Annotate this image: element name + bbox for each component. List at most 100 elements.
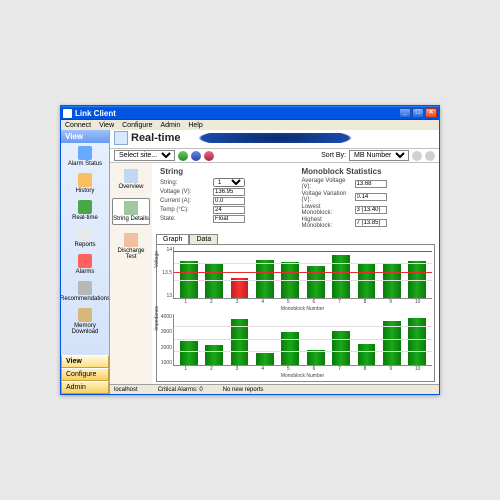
chart-0: Voltage1413.51312345678910Monoblock Numb…: [159, 247, 432, 312]
sec-nav-label: Discharge Test: [112, 248, 150, 260]
sort-asc-icon[interactable]: [412, 151, 422, 161]
statusbar: localhost Critical Alarms: 0 No new repo…: [110, 384, 439, 394]
tab-data[interactable]: Data: [189, 234, 218, 244]
chart-bar: [256, 260, 274, 298]
chart-bar: [332, 255, 350, 298]
sec-nav-label: Overview: [118, 184, 143, 190]
left-button-admin[interactable]: Admin: [61, 381, 109, 394]
sidebar-label: Real-time: [72, 215, 98, 221]
sec-nav-icon: [124, 169, 138, 183]
mono-label: Highest Monoblock:: [302, 217, 352, 229]
sec-nav-item-0[interactable]: Overview: [112, 167, 150, 192]
chart-bar: [358, 344, 376, 365]
chart-plot: [173, 314, 432, 366]
string-row: String:1: [160, 178, 290, 187]
tab-graph[interactable]: Graph: [156, 234, 189, 244]
chart-tabs: Graph Data: [156, 234, 435, 244]
string-value: [213, 206, 245, 214]
monoblock-title: Monoblock Statistics: [302, 167, 432, 176]
string-label: Temp (°C):: [160, 207, 210, 213]
sidebar-item-6[interactable]: Memory Download: [63, 308, 107, 335]
maximize-button[interactable]: □: [412, 108, 424, 118]
string-value[interactable]: 1: [213, 178, 245, 187]
string-row: Voltage (V):: [160, 188, 290, 196]
string-title: String: [160, 167, 290, 176]
sidebar-label: Alarms: [76, 269, 95, 275]
sidebar-item-2[interactable]: Real-time: [72, 200, 98, 221]
sidebar-icon: [78, 227, 92, 241]
app-icon: [63, 109, 72, 118]
chart-ylabel: Impedance: [154, 306, 160, 331]
content-area: String String:1Voltage (V):Current (A):T…: [152, 163, 439, 384]
minimize-button[interactable]: _: [399, 108, 411, 118]
toolbar: Select site... Sort By: MB Number: [110, 149, 439, 163]
stop-icon[interactable]: [204, 151, 214, 161]
menu-help[interactable]: Help: [188, 122, 202, 129]
left-header: View: [61, 130, 109, 143]
chart-area: Voltage1413.51312345678910Monoblock Numb…: [156, 244, 435, 382]
refresh-icon[interactable]: [178, 151, 188, 161]
sidebar-label: Memory Download: [63, 323, 107, 335]
string-label: String:: [160, 180, 210, 186]
menu-configure[interactable]: Configure: [122, 122, 152, 129]
status-host: localhost: [114, 387, 138, 393]
left-button-view[interactable]: View: [61, 355, 109, 368]
string-value: [213, 197, 245, 205]
sidebar-label: History: [76, 188, 95, 194]
titlebar[interactable]: Link Client _ □ ×: [61, 106, 439, 120]
page-title: Real-time: [131, 132, 181, 144]
sidebar-item-4[interactable]: Alarms: [76, 254, 95, 275]
string-label: State:: [160, 216, 210, 222]
sidebar-item-3[interactable]: Reports: [74, 227, 95, 248]
left-sidebar: View Alarm Status History Real-time Reports…: [61, 130, 109, 394]
chart-yaxis: Voltage1413.513: [159, 247, 173, 299]
menu-view[interactable]: View: [99, 122, 114, 129]
main-header: Real-time: [110, 130, 439, 149]
mono-value: [355, 206, 387, 214]
site-select[interactable]: Select site...: [114, 150, 175, 161]
string-label: Voltage (V):: [160, 189, 210, 195]
monoblock-block: Monoblock Statistics Average Voltage (V)…: [302, 167, 432, 230]
status-reports: No new reports: [223, 387, 264, 393]
sidebar-icon: [78, 254, 92, 268]
left-button-configure[interactable]: Configure: [61, 368, 109, 381]
secondary-nav: Overview String Details Discharge Test: [110, 163, 152, 384]
mono-value: [355, 219, 387, 227]
chart-plot: [173, 247, 432, 299]
mono-row: Voltage Variation (V):: [302, 191, 432, 203]
sidebar-icon: [78, 281, 92, 295]
sidebar-label: Recommendations: [61, 296, 110, 302]
menu-admin[interactable]: Admin: [160, 122, 180, 129]
menubar: Connect View Configure Admin Help: [61, 120, 439, 130]
sidebar-icon: [78, 146, 92, 160]
sec-nav-item-1[interactable]: String Details: [112, 198, 150, 225]
play-icon[interactable]: [191, 151, 201, 161]
sort-desc-icon[interactable]: [425, 151, 435, 161]
realtime-icon: [114, 131, 128, 145]
sec-nav-icon: [124, 233, 138, 247]
chart-xaxis: 12345678910: [159, 299, 432, 305]
sidebar-icon: [78, 200, 92, 214]
sidebar-item-1[interactable]: History: [76, 173, 95, 194]
chart-1: Impedance400030002000100012345678910Mono…: [159, 314, 432, 379]
mono-label: Lowest Monoblock:: [302, 204, 352, 216]
sidebar-icon: [78, 173, 92, 187]
chart-xlabel: Monoblock Number: [159, 373, 432, 379]
sec-nav-item-2[interactable]: Discharge Test: [112, 231, 150, 262]
string-value: [213, 215, 245, 223]
close-button[interactable]: ×: [425, 108, 437, 118]
mono-label: Voltage Variation (V):: [302, 191, 352, 203]
sidebar-item-0[interactable]: Alarm Status: [68, 146, 102, 167]
menu-connect[interactable]: Connect: [65, 122, 91, 129]
sort-select[interactable]: MB Number: [349, 150, 409, 161]
string-label: Current (A):: [160, 198, 210, 204]
mono-value: [355, 180, 387, 188]
sidebar-icon: [78, 308, 92, 322]
chart-bar: [383, 321, 401, 365]
chart-xlabel: Monoblock Number: [159, 306, 432, 312]
chart-xaxis: 12345678910: [159, 366, 432, 372]
sidebar-label: Reports: [74, 242, 95, 248]
chart-bar: [281, 332, 299, 365]
sort-label: Sort By:: [321, 152, 346, 159]
sidebar-item-5[interactable]: Recommendations: [61, 281, 110, 302]
